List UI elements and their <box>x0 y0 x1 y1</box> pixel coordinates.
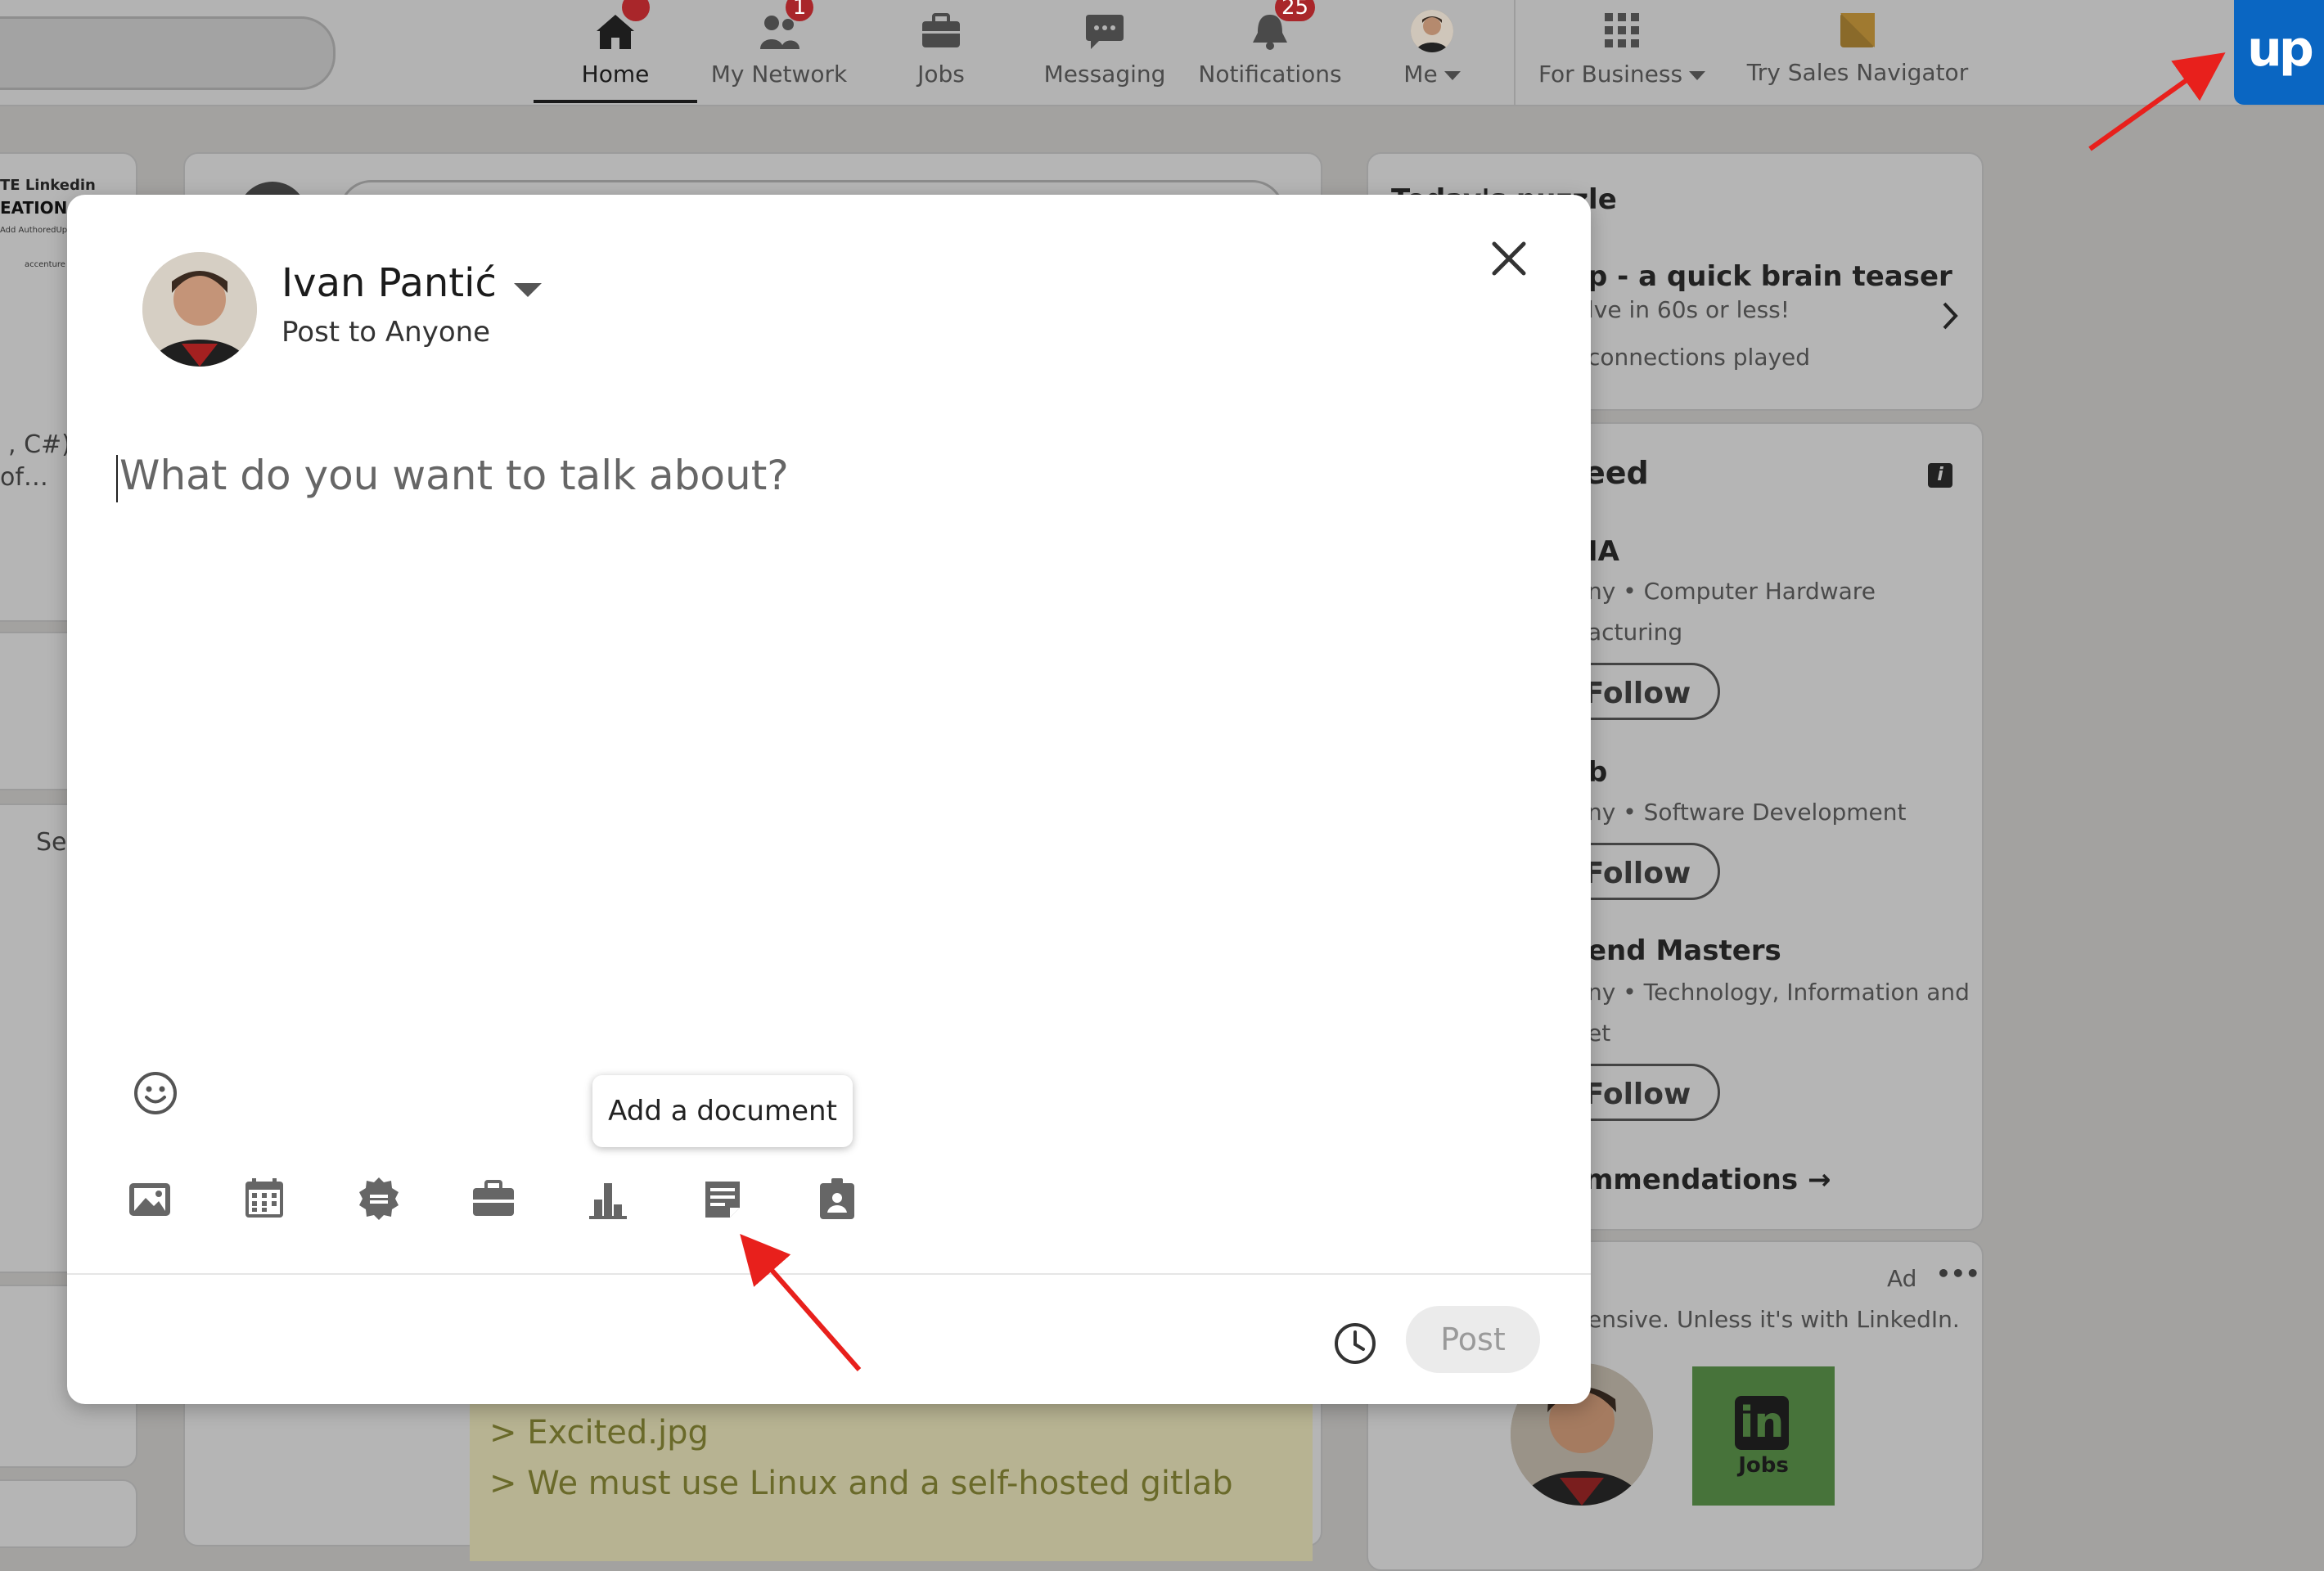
close-icon[interactable] <box>1488 237 1530 280</box>
document-icon[interactable] <box>699 1175 746 1222</box>
sales-navigator-icon <box>1840 13 1875 47</box>
briefcase-icon <box>922 13 960 47</box>
banner-logos: accenture <box>25 260 65 269</box>
nav-me-label: Me <box>1403 61 1438 88</box>
for-business-label: For Business <box>1538 61 1683 88</box>
active-indicator <box>534 100 697 103</box>
chevron-right-icon[interactable] <box>1941 301 1959 331</box>
info-icon[interactable]: i <box>1928 463 1952 488</box>
jobs-logo-text: Jobs <box>1738 1453 1789 1478</box>
profile-text-2: of… <box>0 463 48 492</box>
author-name[interactable]: Ivan Pantić <box>281 260 497 306</box>
nav-notifications-label: Notifications <box>1198 61 1342 88</box>
post-image-line-1: > Excited.jpg <box>489 1414 709 1452</box>
puzzle-heading[interactable]: p - a quick brain teaser <box>1588 260 1952 293</box>
nav-home-label: Home <box>581 61 650 88</box>
nav-messaging[interactable]: Messaging <box>1039 0 1170 105</box>
puzzle-sub: lve in 60s or less! <box>1588 296 1790 323</box>
nav-notifications[interactable]: 25 Notifications <box>1196 0 1344 105</box>
text-cursor <box>116 455 118 502</box>
nav-jobs[interactable]: Jobs <box>892 0 990 105</box>
company-1-name[interactable]: IA <box>1588 535 1619 568</box>
celebrate-icon[interactable] <box>355 1175 403 1222</box>
post-text-editor[interactable]: What do you want to talk about? <box>119 452 789 499</box>
footer-divider <box>67 1273 1591 1275</box>
ad-label: Ad <box>1887 1265 1917 1292</box>
nav-me[interactable]: Me <box>1383 0 1481 105</box>
company-3-name[interactable]: end Masters <box>1588 934 1781 967</box>
banner-line-1: TE Linkedin <box>0 177 96 194</box>
event-icon[interactable] <box>241 1175 288 1222</box>
more-options-icon[interactable]: ••• <box>1936 1260 1980 1287</box>
post-button[interactable]: Post <box>1406 1306 1540 1373</box>
see-all-link[interactable]: Se <box>36 828 67 857</box>
job-icon[interactable] <box>470 1175 517 1222</box>
avatar <box>1411 10 1453 52</box>
nav-my-network-label: My Network <box>710 61 848 88</box>
chat-icon <box>1086 15 1124 49</box>
nav-for-business[interactable]: For Business <box>1532 0 1712 105</box>
audience-label[interactable]: Post to Anyone <box>281 316 490 349</box>
linkedin-jobs-logo: in Jobs <box>1692 1366 1835 1506</box>
left-card-5 <box>0 1479 137 1548</box>
emoji-icon[interactable] <box>133 1070 178 1116</box>
photo-icon[interactable] <box>126 1175 173 1222</box>
puzzle-meta: connections played <box>1588 344 1811 371</box>
hiring-icon[interactable] <box>813 1175 861 1222</box>
nav-messaging-label: Messaging <box>1043 61 1166 88</box>
nav-divider <box>1514 0 1516 105</box>
create-post-modal: Ivan Pantić Post to Anyone What do you w… <box>67 195 1591 1404</box>
chevron-down-icon <box>1689 70 1706 80</box>
nav-sales-navigator[interactable]: Try Sales Navigator <box>1743 0 1972 105</box>
chevron-down-icon <box>1443 70 1461 80</box>
ad-text: ensive. Unless it's with LinkedIn. <box>1588 1306 1960 1333</box>
tooltip: Add a document <box>592 1075 853 1147</box>
schedule-clock-icon[interactable] <box>1332 1321 1378 1366</box>
nav-jobs-label: Jobs <box>917 61 965 88</box>
author-avatar <box>142 252 257 367</box>
authoredup-extension-button[interactable]: up <box>2234 0 2324 105</box>
search-input[interactable] <box>0 16 336 90</box>
add-to-feed-title: eed <box>1584 455 1649 491</box>
company-1-meta: ny • Computer Hardware <box>1588 578 1876 605</box>
linkedin-logo: in <box>1735 1396 1789 1450</box>
authoredup-logo: up <box>2247 20 2314 78</box>
poll-icon[interactable] <box>584 1175 632 1222</box>
nav-home[interactable]: Home <box>534 0 697 105</box>
banner-line-2: EATION <box>0 198 68 218</box>
recommendations-link[interactable]: mmendations → <box>1584 1164 1831 1196</box>
banner-small: Add AuthoredUp <box>0 226 68 235</box>
grid-icon <box>1605 13 1639 47</box>
nav-my-network[interactable]: 1 My Network <box>705 0 853 105</box>
company-3-meta-2: et <box>1588 1020 1611 1047</box>
post-image-line-2: > We must use Linux and a self-hosted gi… <box>489 1465 1233 1502</box>
company-2-meta: ny • Software Development <box>1588 799 1907 826</box>
company-1-meta-2: acturing <box>1588 619 1683 646</box>
sales-navigator-label: Try Sales Navigator <box>1746 59 1969 86</box>
notifications-badge: 25 <box>1275 0 1316 21</box>
chevron-down-icon[interactable] <box>514 283 542 297</box>
company-3-meta: ny • Technology, Information and <box>1588 979 1970 1006</box>
